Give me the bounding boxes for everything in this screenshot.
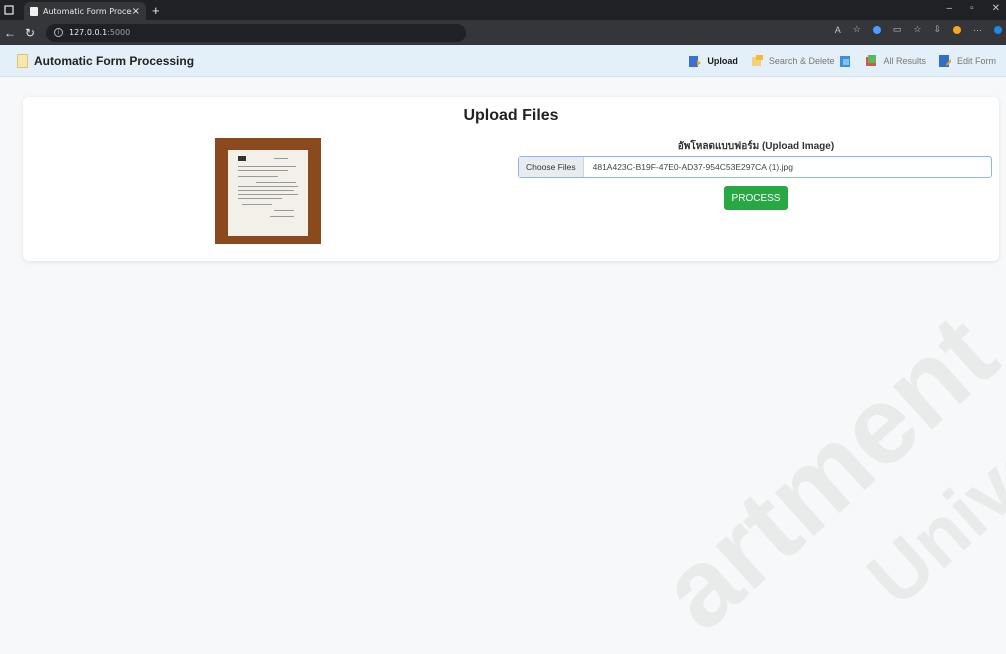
close-window-icon[interactable]: ✕ bbox=[992, 3, 1000, 14]
nav-all-results-label: All Results bbox=[883, 56, 926, 66]
back-icon[interactable]: ← bbox=[0, 26, 20, 40]
reload-icon[interactable]: ↻ bbox=[20, 26, 40, 40]
search-delete-icon bbox=[751, 55, 763, 66]
new-tab-icon[interactable]: + bbox=[152, 3, 160, 18]
window-menu-icon[interactable] bbox=[0, 0, 18, 20]
uploaded-image-preview bbox=[215, 138, 321, 244]
page-favicon-icon bbox=[30, 6, 38, 16]
more-icon[interactable]: ··· bbox=[973, 25, 982, 35]
url-host: 127.0.0.1 bbox=[69, 28, 108, 37]
extension-icon[interactable] bbox=[872, 25, 881, 34]
site-info-icon[interactable]: i bbox=[54, 28, 63, 37]
address-bar[interactable]: i 127.0.0.1:5000 bbox=[46, 23, 466, 42]
app-navbar: Automatic Form Processing Upload Search … bbox=[0, 45, 1006, 77]
edit-form-icon bbox=[938, 55, 951, 67]
profile-icon[interactable] bbox=[953, 25, 961, 34]
window-controls: – ▫ ✕ bbox=[947, 3, 1001, 14]
results-icon bbox=[866, 55, 877, 66]
restore-icon[interactable]: ▫ bbox=[970, 3, 974, 14]
downloads-icon[interactable]: ⇩ bbox=[933, 24, 941, 35]
upload-icon bbox=[689, 56, 702, 67]
browser-tabbar: Automatic Form Processing × + – ▫ ✕ bbox=[0, 0, 1006, 20]
tab-close-icon[interactable]: × bbox=[132, 6, 140, 17]
nav-all-results[interactable]: All Results bbox=[864, 54, 926, 68]
nav-menu: Upload Search & Delete All Results Edit … bbox=[676, 45, 996, 77]
nav-upload[interactable]: Upload bbox=[688, 54, 738, 68]
nav-search-delete-label: Search & Delete bbox=[768, 56, 835, 66]
nav-search-delete[interactable]: Search & Delete bbox=[750, 54, 835, 68]
upload-label: อัพโหลดแบบฟอร์ม (Upload Image) bbox=[677, 141, 835, 152]
minimize-icon[interactable]: – bbox=[947, 3, 953, 14]
process-button[interactable]: PROCESS bbox=[724, 186, 788, 210]
brand-title: Automatic Form Processing bbox=[34, 53, 195, 68]
page-title: Upload Files bbox=[463, 107, 559, 124]
nav-edit-form[interactable]: Edit Form bbox=[938, 54, 996, 68]
browser-toolbar: ← ↻ i 127.0.0.1:5000 A ☆ ▭ ☆ ⇩ ··· bbox=[0, 20, 1006, 45]
browser-tab-title: Automatic Form Processing bbox=[43, 6, 132, 16]
copilot-icon[interactable] bbox=[994, 25, 1002, 34]
split-screen-icon[interactable]: ▭ bbox=[893, 24, 902, 35]
brand[interactable]: Automatic Form Processing bbox=[17, 53, 195, 68]
nav-edit-form-label: Edit Form bbox=[956, 56, 996, 66]
choose-files-button[interactable]: Choose Files bbox=[519, 157, 584, 177]
file-input[interactable]: Choose Files 481A423C-B19F-47E0-AD37-954… bbox=[518, 156, 992, 178]
favorites-bar-icon[interactable]: ☆ bbox=[913, 24, 921, 35]
browser-tools: A ☆ ▭ ☆ ⇩ ··· bbox=[835, 24, 1002, 35]
upload-card: Upload Files อัพโหลดแบบฟอร์ม (Upload Ima… bbox=[23, 97, 999, 261]
results-decor-icon bbox=[840, 56, 851, 67]
browser-tab[interactable]: Automatic Form Processing × bbox=[24, 2, 146, 20]
url-port: :5000 bbox=[107, 28, 131, 37]
favorite-icon[interactable]: ☆ bbox=[853, 24, 861, 35]
document-icon bbox=[17, 53, 28, 68]
nav-upload-label: Upload bbox=[707, 56, 738, 66]
document-preview bbox=[228, 150, 308, 236]
read-aloud-icon[interactable]: A bbox=[835, 25, 841, 35]
selected-file-name: 481A423C-B19F-47E0-AD37-954C53E297CA (1)… bbox=[592, 162, 793, 172]
